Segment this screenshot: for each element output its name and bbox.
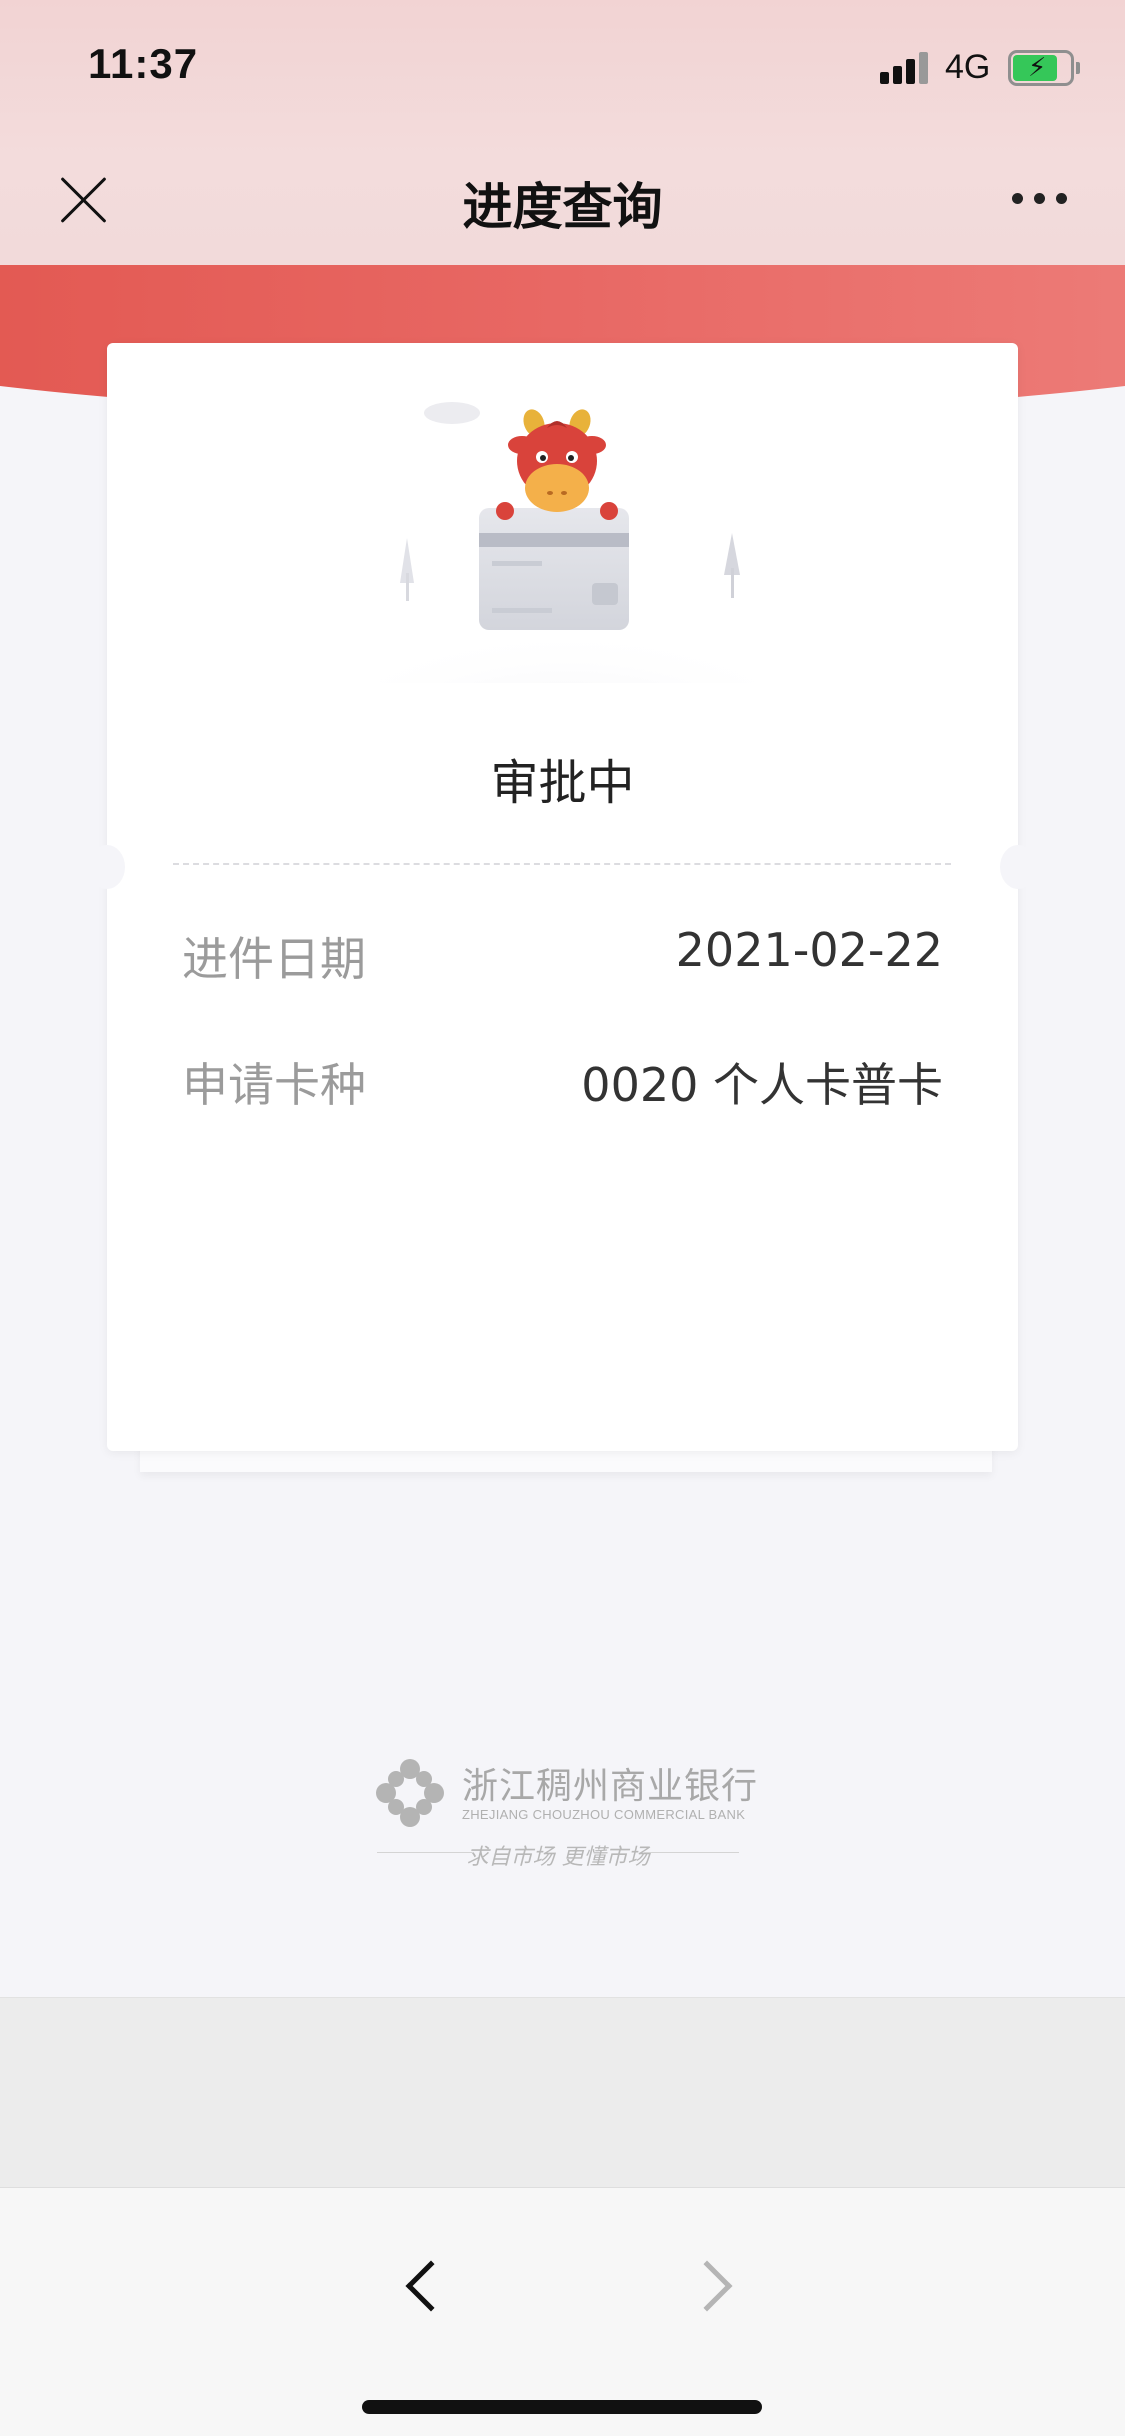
page-title: 进度查询 [462,178,663,236]
nav-bar: 进度查询 [0,135,1125,265]
network-type: 4G [945,48,991,86]
card-notch-left [89,845,125,889]
progress-card: 审批中 进件日期 2021-02-22 申请卡种 0020 个人卡普卡 [89,343,1036,1451]
card-type-label: 申请卡种 [182,1058,366,1112]
home-indicator[interactable] [362,2400,762,2414]
more-icon[interactable] [1012,193,1070,205]
cow-mascot-card-illustration [367,402,767,683]
chevron-left-icon[interactable] [395,2248,457,2328]
signal-icon [880,52,932,84]
browser-toolbar [0,2187,1125,2436]
battery-charging-icon: ⚡ [1008,50,1080,86]
bank-name-en: ZHEJIANG CHOUZHOU COMMERCIAL BANK [462,1807,746,1822]
slogan-line-right [644,1852,739,1853]
approval-status: 审批中 [490,755,635,811]
application-date-label: 进件日期 [182,932,366,986]
card-type-value: 0020 个人卡普卡 [581,1058,943,1112]
card-divider [173,863,951,865]
bank-name: 浙江稠州商业银行 [462,1766,759,1807]
card-notch-right [1000,845,1036,889]
bank-slogan: 求自市场 更懂市场 [466,1845,650,1870]
status-time: 11:37 [88,40,199,87]
status-bar: 11:37 4G ⚡ [0,0,1125,135]
bank-logo: 浙江稠州商业银行 ZHEJIANG CHOUZHOU COMMERCIAL BA… [372,1757,762,1877]
application-date-value: 2021-02-22 [675,923,943,977]
chevron-right-icon[interactable] [681,2248,745,2328]
browser-content-gap [0,1997,1125,2187]
page: 11:37 4G ⚡ 进度查询 审批中 进件日期 2021-02-22 申请卡种… [0,0,1125,2436]
bank-emblem-icon [376,1759,444,1827]
